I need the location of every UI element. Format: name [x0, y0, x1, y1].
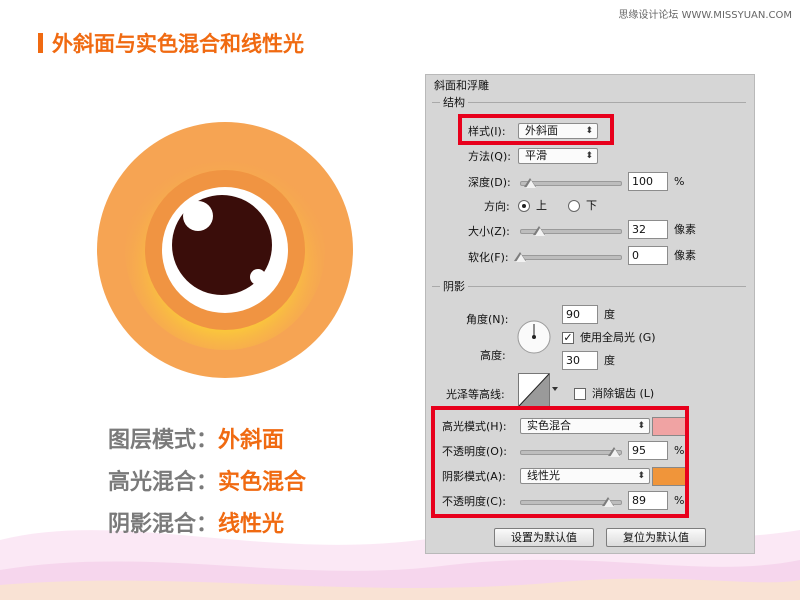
soften-label: 软化(F):: [468, 251, 509, 264]
direction-down-radio[interactable]: [568, 200, 580, 212]
blend-modes-highlight-frame: [431, 406, 689, 518]
direction-label: 方向:: [484, 200, 510, 213]
make-default-button[interactable]: 设置为默认值: [494, 528, 594, 547]
soften-unit: 像素: [674, 249, 696, 262]
direction-up-label: 上: [536, 199, 547, 212]
eye-illustration: [97, 122, 353, 378]
watermark: 思缘设计论坛 WWW.MISSYUAN.COM: [618, 10, 792, 21]
technique-label: 方法(Q):: [468, 150, 511, 163]
anti-aliased-checkbox[interactable]: [574, 388, 586, 400]
global-light-label: 使用全局光 (G): [580, 331, 656, 344]
depth-unit: %: [674, 175, 685, 188]
angle-dial-icon[interactable]: [516, 319, 552, 355]
caption-layer-mode: 图层模式：外斜面: [108, 428, 285, 453]
shading-heading: 阴影: [440, 280, 468, 294]
size-unit: 像素: [674, 223, 696, 236]
soften-slider-track[interactable]: [520, 255, 622, 260]
direction-up-radio[interactable]: [518, 200, 530, 212]
depth-input[interactable]: 100: [628, 172, 668, 191]
updown-icon: ⬍: [585, 151, 593, 161]
depth-slider-thumb-fill: [526, 180, 536, 188]
technique-select[interactable]: 平滑 ⬍: [518, 148, 598, 164]
global-light-checkbox[interactable]: ✓: [562, 332, 574, 344]
direction-down-label: 下: [586, 199, 597, 212]
soften-input[interactable]: 0: [628, 246, 668, 265]
structure-divider: [432, 102, 746, 103]
dialog-title: 斜面和浮雕: [434, 79, 489, 92]
depth-label: 深度(D):: [468, 176, 511, 189]
title-accent-bar: [38, 33, 43, 53]
reset-default-button[interactable]: 复位为默认值: [606, 528, 706, 547]
structure-heading: 结构: [440, 96, 468, 110]
angle-label: 角度(N):: [466, 313, 509, 326]
gloss-contour-label: 光泽等高线:: [446, 388, 505, 401]
size-slider-thumb-fill: [535, 228, 545, 236]
angle-input[interactable]: 90: [562, 305, 598, 324]
highlight-large: [183, 201, 213, 231]
altitude-label: 高度:: [480, 349, 506, 362]
gloss-contour-picker[interactable]: [518, 373, 560, 407]
shading-divider: [432, 286, 746, 287]
highlight-small: [250, 269, 266, 285]
anti-aliased-label: 消除锯齿 (L): [592, 387, 655, 400]
caption-highlight-blend: 高光混合：实色混合: [108, 470, 307, 495]
altitude-input[interactable]: 30: [562, 351, 598, 370]
caption-shadow-blend: 阴影混合：线性光: [108, 512, 285, 537]
page-title: 外斜面与实色混合和线性光: [52, 32, 304, 56]
soften-slider-thumb-fill: [516, 254, 526, 262]
size-input[interactable]: 32: [628, 220, 668, 239]
angle-unit: 度: [604, 308, 615, 321]
style-highlight-frame: [458, 114, 614, 145]
altitude-unit: 度: [604, 354, 615, 367]
size-label: 大小(Z):: [468, 225, 510, 238]
